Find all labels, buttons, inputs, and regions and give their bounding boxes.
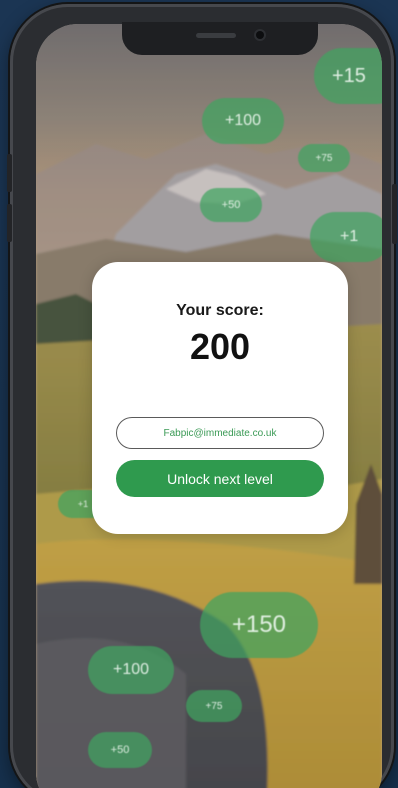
email-input[interactable]: [116, 417, 324, 449]
points-label: +75: [315, 152, 333, 164]
unlock-next-level-button[interactable]: Unlock next level: [116, 460, 324, 497]
points-bubble: +50: [88, 732, 152, 768]
points-bubble: +1: [310, 212, 382, 262]
points-bubble: +100: [202, 98, 284, 144]
score-dialog: Your score: 200 Unlock next level: [92, 262, 348, 534]
points-bubble: +75: [298, 144, 350, 172]
points-label: +50: [110, 744, 130, 756]
points-bubble: +75: [186, 690, 242, 722]
volume-down-button: [7, 204, 12, 242]
points-label: +75: [205, 700, 223, 712]
points-label: +15: [332, 64, 366, 87]
points-bubble: +100: [88, 646, 174, 694]
points-label: +150: [231, 611, 287, 638]
phone-screen: +15 +100 +75 +50 +1 +1 +150 +100 +75 +50…: [36, 24, 382, 788]
speaker-grille: [196, 33, 236, 38]
points-label: +1: [340, 228, 359, 245]
points-bubble: +15: [314, 48, 382, 104]
score-label: Your score:: [176, 302, 264, 319]
phone-notch: [122, 22, 318, 55]
front-camera-icon: [256, 31, 264, 39]
power-button: [392, 184, 397, 244]
points-label: +100: [112, 661, 150, 678]
volume-up-button: [7, 154, 12, 192]
points-bubble: +150: [200, 592, 318, 658]
points-bubble: +50: [200, 188, 262, 222]
app-stage: +15 +100 +75 +50 +1 +1 +150 +100 +75 +50…: [0, 0, 398, 788]
points-label: +100: [224, 112, 262, 129]
points-label: +1: [77, 499, 89, 509]
points-label: +50: [221, 199, 241, 211]
score-value: 200: [189, 326, 251, 367]
